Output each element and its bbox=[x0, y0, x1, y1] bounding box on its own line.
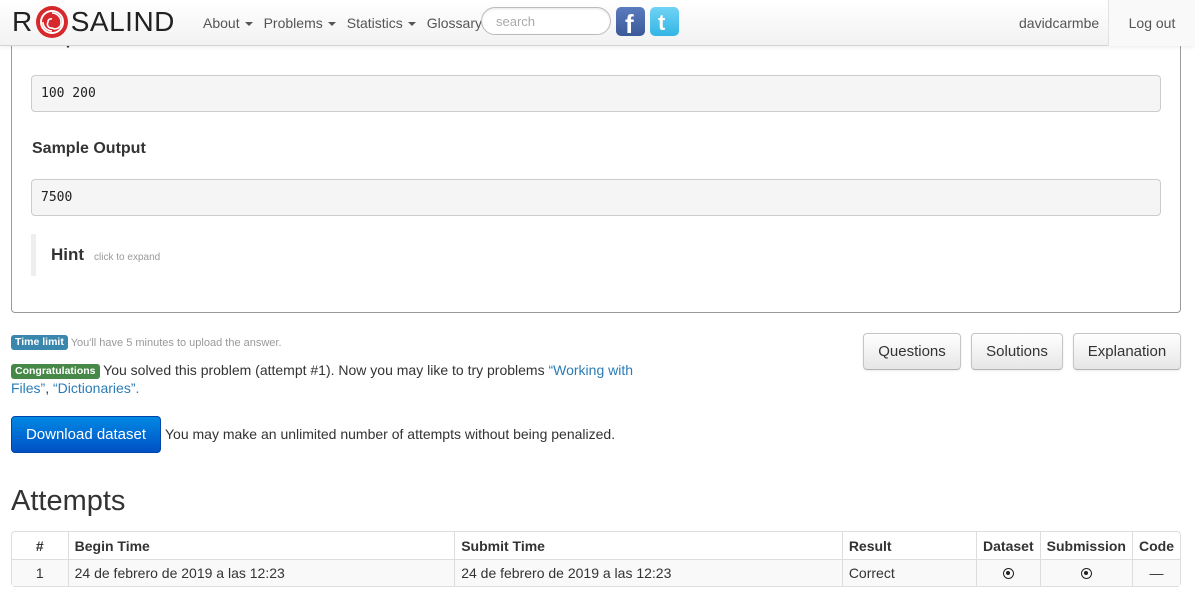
dataset-download-cell bbox=[976, 559, 1040, 586]
top-navbar: R SALIND About Problems Statistics Gloss… bbox=[0, 0, 1195, 46]
logout-link[interactable]: Log out bbox=[1108, 0, 1195, 46]
twitter-icon[interactable]: t bbox=[650, 7, 679, 36]
col-dataset: Dataset bbox=[976, 532, 1040, 559]
hint-expand-note: click to expand bbox=[94, 251, 161, 263]
attempt-begin-time: 24 de febrero de 2019 a las 12:23 bbox=[67, 559, 455, 586]
brand-name: SALIND bbox=[70, 6, 175, 37]
hint-title: Hint bbox=[51, 245, 85, 264]
brand-letter: R bbox=[12, 6, 33, 37]
menu-statistics[interactable]: Statistics bbox=[347, 15, 416, 31]
congratulations-text: You solved this problem (attempt #1). No… bbox=[103, 362, 545, 378]
time-limit-text: You'll have 5 minutes to upload the answ… bbox=[70, 337, 282, 349]
col-submit-time: Submit Time bbox=[454, 532, 842, 559]
time-limit-message: Time limit You'll have 5 minutes to uplo… bbox=[11, 335, 282, 350]
download-submission-icon[interactable] bbox=[1080, 568, 1092, 579]
attempts-heading: Attempts bbox=[11, 485, 126, 517]
sample-dataset-box: 100 200 bbox=[31, 75, 1161, 112]
menu-statistics-label: Statistics bbox=[346, 15, 403, 31]
sample-output-title: Sample Output bbox=[32, 140, 146, 157]
submission-download-cell bbox=[1039, 559, 1132, 586]
link-separator: , bbox=[45, 380, 50, 396]
attempt-code: — bbox=[1132, 559, 1180, 586]
chevron-down-icon bbox=[244, 22, 253, 26]
attempts-table: # Begin Time Submit Time Result Dataset … bbox=[11, 531, 1181, 587]
table-header-row: # Begin Time Submit Time Result Dataset … bbox=[12, 532, 1180, 559]
hint-toggle[interactable]: Hint click to expand bbox=[31, 234, 331, 276]
svg-text:f: f bbox=[625, 9, 634, 36]
menu-about[interactable]: About bbox=[203, 15, 253, 31]
chevron-down-icon bbox=[407, 22, 416, 26]
link-dictionaries[interactable]: “Dictionaries” bbox=[53, 380, 135, 396]
facebook-icon[interactable]: f bbox=[616, 7, 645, 36]
download-dataset-icon[interactable] bbox=[1002, 568, 1014, 579]
main-menu: About Problems Statistics Glossary bbox=[203, 0, 493, 46]
attempt-result: Correct bbox=[841, 559, 977, 586]
col-result: Result bbox=[841, 532, 976, 559]
col-submission: Submission bbox=[1039, 532, 1132, 559]
col-begin-time: Begin Time bbox=[67, 532, 455, 559]
attempt-number: 1 bbox=[12, 559, 68, 586]
unlimited-attempts-text: You may make an unlimited number of atte… bbox=[165, 426, 616, 442]
time-limit-badge: Time limit bbox=[11, 335, 68, 350]
sample-output-box: 7500 bbox=[31, 179, 1161, 216]
congratulations-message: Congratulations You solved this problem … bbox=[11, 361, 671, 397]
problem-panel: Sample Dataset 100 200 Sample Output 750… bbox=[11, 0, 1181, 313]
rosalind-rose-icon bbox=[35, 6, 68, 38]
menu-problems[interactable]: Problems bbox=[264, 15, 336, 31]
solutions-button[interactable]: Solutions bbox=[971, 333, 1063, 370]
rosalind-logo[interactable]: R SALIND bbox=[12, 4, 175, 40]
chevron-down-icon bbox=[327, 22, 336, 26]
user-name-link[interactable]: davidcarmbe bbox=[1019, 0, 1099, 46]
menu-about-label: About bbox=[203, 15, 240, 31]
download-dataset-button[interactable]: Download dataset bbox=[11, 416, 161, 453]
sentence-end: . bbox=[135, 380, 140, 396]
table-row: 1 24 de febrero de 2019 a las 12:23 24 d… bbox=[12, 559, 1180, 586]
explanation-button[interactable]: Explanation bbox=[1073, 333, 1181, 370]
menu-glossary[interactable]: Glossary bbox=[427, 15, 482, 31]
col-code: Code bbox=[1132, 532, 1180, 559]
questions-button[interactable]: Questions bbox=[863, 333, 961, 370]
congratulations-badge: Congratulations bbox=[11, 364, 100, 379]
search-input[interactable] bbox=[481, 7, 611, 35]
menu-problems-label: Problems bbox=[263, 15, 323, 31]
col-number: # bbox=[35, 537, 44, 554]
menu-glossary-label: Glossary bbox=[426, 15, 482, 31]
svg-text:t: t bbox=[658, 10, 666, 35]
attempt-submit-time: 24 de febrero de 2019 a las 12:23 bbox=[454, 559, 842, 586]
